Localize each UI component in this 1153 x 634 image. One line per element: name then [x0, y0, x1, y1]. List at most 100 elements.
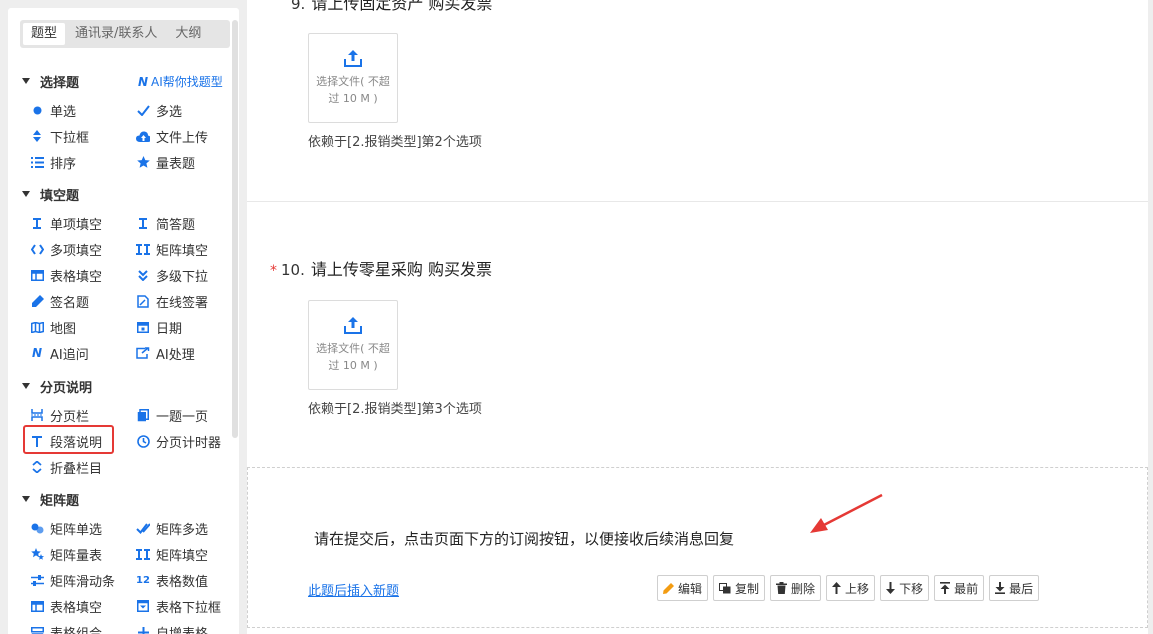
item-cascade-dropdown[interactable]: 多级下拉: [136, 265, 208, 285]
text-t-icon: [30, 434, 44, 448]
item-paragraph[interactable]: 段落说明: [30, 431, 102, 451]
question-9-title[interactable]: 9. 请上传固定资产 购买发票: [291, 0, 492, 14]
cloud-upload-icon: [136, 129, 150, 143]
question-10-upload-box[interactable]: 选择文件( 不超过 10 M ): [308, 300, 398, 390]
item-matrix-single[interactable]: 矩阵单选: [30, 518, 102, 538]
item-table-number[interactable]: 12 表格数值: [136, 570, 208, 590]
question-9-dependency: 依赖于[2.报销类型]第2个选项: [308, 135, 482, 150]
item-single-fill[interactable]: 单项填空: [30, 213, 102, 233]
plus-icon: [136, 625, 150, 634]
item-file-upload[interactable]: 文件上传: [136, 126, 208, 146]
upload-icon: [344, 50, 362, 67]
paragraph-text[interactable]: 请在提交后，点击页面下方的订阅按钮，以便接收后续消息回复: [314, 528, 734, 549]
trash-icon: [776, 582, 788, 594]
annotation-arrow-icon: [810, 493, 883, 533]
ai-help-link[interactable]: N AI帮你找题型: [138, 73, 223, 90]
caret-down-icon: [22, 78, 30, 84]
left-panel-scrollbar[interactable]: [232, 20, 238, 438]
item-table-group[interactable]: 表格组合: [30, 622, 102, 634]
delete-button[interactable]: 删除: [770, 575, 822, 601]
list-icon: [30, 155, 44, 169]
text-cursor-icon: [30, 216, 44, 230]
radio-dot-icon: [30, 103, 44, 117]
upload-icon: [344, 317, 362, 334]
check-icon: [136, 103, 150, 117]
move-down-button[interactable]: 下移: [880, 575, 930, 601]
question-9-upload-box[interactable]: 选择文件( 不超过 10 M ): [308, 33, 398, 123]
item-dropdown[interactable]: 下拉框: [30, 126, 89, 146]
matrix-radio-icon: [30, 521, 44, 535]
brackets-icon: [30, 242, 44, 256]
survey-editor: 9. 请上传固定资产 购买发票 选择文件( 不超过 10 M ) 依赖于[2.报…: [247, 0, 1148, 634]
item-online-sign[interactable]: 在线签署: [136, 291, 208, 311]
table-icon: [30, 599, 44, 613]
pencil-icon: [663, 582, 674, 594]
question-10-title[interactable]: * 10. 请上传零星采购 购买发票: [270, 256, 492, 280]
item-matrix-slider[interactable]: 矩阵滑动条: [30, 570, 115, 590]
item-matrix-scale[interactable]: 矩阵量表: [30, 544, 102, 564]
item-table-fill-2[interactable]: 表格填空: [30, 596, 102, 616]
table-icon: [30, 268, 44, 282]
item-page-bar[interactable]: 分页栏: [30, 405, 89, 425]
arrow-up-icon: [832, 582, 842, 594]
caret-down-icon: [22, 383, 30, 389]
item-auto-table[interactable]: 自增表格: [136, 622, 208, 634]
arrow-to-bottom-icon: [995, 582, 1006, 594]
double-cursor-icon: [136, 242, 150, 256]
ai-logo-icon: N: [31, 346, 43, 360]
text-cursor-icon: [136, 216, 150, 230]
move-up-button[interactable]: 上移: [826, 575, 876, 601]
pages-icon: [136, 408, 150, 422]
copy-button[interactable]: 复制: [713, 575, 766, 601]
item-matrix-fill-2[interactable]: 矩阵填空: [136, 544, 208, 564]
item-short-answer[interactable]: 简答题: [136, 213, 195, 233]
question-10-dependency: 依赖于[2.报销类型]第3个选项: [308, 402, 482, 417]
divider: [247, 201, 1148, 202]
arrow-down-icon: [886, 582, 896, 594]
item-sort[interactable]: 排序: [30, 152, 76, 172]
item-ai-process[interactable]: AI处理: [136, 343, 195, 363]
item-matrix-multi[interactable]: 矩阵多选: [136, 518, 208, 538]
item-one-per-page[interactable]: 一题一页: [136, 405, 208, 425]
sliders-icon: [30, 573, 44, 587]
item-single-choice[interactable]: 单选: [30, 100, 76, 120]
calendar-icon: [136, 320, 150, 334]
tab-question-types[interactable]: 题型: [23, 23, 66, 45]
item-matrix-fill[interactable]: 矩阵填空: [136, 239, 208, 259]
section-matrix[interactable]: 矩阵题: [22, 489, 79, 509]
section-fill[interactable]: 填空题: [22, 184, 79, 204]
panel-tabs: 题型 通讯录/联系人 大纲: [20, 20, 230, 48]
dropdown-box-icon: [136, 599, 150, 613]
double-cursor-icon: [136, 547, 150, 561]
item-map[interactable]: 地图: [30, 317, 76, 337]
item-table-dropdown[interactable]: 表格下拉框: [136, 596, 221, 616]
item-table-fill[interactable]: 表格填空: [30, 265, 102, 285]
section-page[interactable]: 分页说明: [22, 376, 92, 396]
paragraph-block[interactable]: 请在提交后，点击页面下方的订阅按钮，以便接收后续消息回复 此题后插入新题 编辑 …: [247, 467, 1148, 628]
copy-icon: [719, 582, 731, 594]
insert-new-question-link[interactable]: 此题后插入新题: [308, 580, 399, 599]
item-page-timer[interactable]: 分页计时器: [136, 431, 221, 451]
tab-contacts[interactable]: 通讯录/联系人: [67, 23, 165, 45]
stars-icon: [30, 547, 44, 561]
edit-button[interactable]: 编辑: [657, 575, 709, 601]
item-multi-choice[interactable]: 多选: [136, 100, 182, 120]
page-break-icon: [30, 408, 44, 422]
section-choice[interactable]: 选择题: [22, 71, 79, 91]
item-fold[interactable]: 折叠栏目: [30, 457, 102, 477]
number-icon: 12: [136, 574, 150, 586]
item-ai-followup[interactable]: N AI追问: [30, 343, 89, 363]
double-check-icon: [136, 521, 150, 535]
move-bottom-button[interactable]: 最后: [989, 575, 1040, 601]
document-sign-icon: [136, 294, 150, 308]
question-type-panel: 题型 通讯录/联系人 大纲 选择题 N AI帮你找题型 单选 多选 下拉框 文件…: [8, 8, 239, 634]
item-scale[interactable]: 量表题: [136, 152, 195, 172]
pen-icon: [30, 294, 44, 308]
move-top-button[interactable]: 最前: [934, 575, 985, 601]
item-date[interactable]: 日期: [136, 317, 182, 337]
item-signature[interactable]: 签名题: [30, 291, 89, 311]
map-icon: [30, 320, 44, 334]
tab-outline[interactable]: 大纲: [167, 23, 209, 45]
item-multi-fill[interactable]: 多项填空: [30, 239, 102, 259]
expand-icon: [30, 460, 44, 474]
